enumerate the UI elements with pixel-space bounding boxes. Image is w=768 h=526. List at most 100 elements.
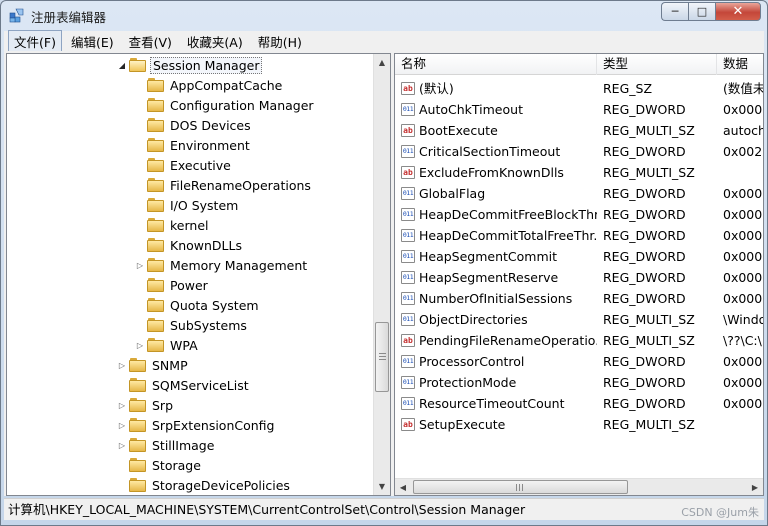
window-controls: ─ □ ✕ bbox=[661, 2, 761, 21]
value-row[interactable]: 011 CriticalSectionTimeout REG_DWORD 0x0027 bbox=[395, 141, 763, 162]
folder-icon bbox=[147, 158, 164, 172]
value-row[interactable]: 011 ProtectionMode REG_DWORD 0x0000 bbox=[395, 372, 763, 393]
value-data bbox=[723, 162, 763, 183]
tree-item[interactable]: Storage bbox=[117, 455, 203, 475]
binary-value-icon: 011 bbox=[401, 397, 415, 410]
value-type: REG_MULTI_SZ bbox=[603, 417, 695, 432]
value-name: SetupExecute bbox=[419, 417, 506, 432]
value-type: REG_MULTI_SZ bbox=[603, 165, 695, 180]
value-row[interactable]: ab BootExecute REG_MULTI_SZ autoch bbox=[395, 120, 763, 141]
value-row[interactable]: ab (默认) REG_SZ (数值未 bbox=[395, 78, 763, 99]
tree-item[interactable]: ▷ SrpExtensionConfig bbox=[117, 415, 276, 435]
grip-line bbox=[516, 484, 517, 491]
string-value-icon: ab bbox=[401, 82, 415, 95]
value-row[interactable]: 011 ResourceTimeoutCount REG_DWORD 0x0009 bbox=[395, 393, 763, 414]
expand-arrow-icon[interactable]: ▷ bbox=[117, 441, 127, 450]
scroll-up-arrow-icon[interactable]: ▲ bbox=[374, 54, 390, 71]
value-row[interactable]: 011 HeapDeCommitTotalFreeThr... REG_DWORD 0… bbox=[395, 225, 763, 246]
tree-item-label: KnownDLLs bbox=[170, 237, 242, 253]
column-name[interactable]: 名称 bbox=[395, 54, 597, 75]
tree-item[interactable]: Configuration Manager bbox=[135, 95, 316, 115]
tree-item[interactable]: Environment bbox=[135, 135, 252, 155]
scroll-right-arrow-icon[interactable]: ▶ bbox=[747, 479, 763, 495]
tree-item[interactable]: ▷ SNMP bbox=[117, 355, 190, 375]
value-row[interactable]: 011 HeapSegmentCommit REG_DWORD 0x0000 bbox=[395, 246, 763, 267]
value-name-cell: 011 ProtectionMode bbox=[401, 372, 597, 393]
value-row[interactable]: 011 AutoChkTimeout REG_DWORD 0x0000 bbox=[395, 99, 763, 120]
list-scroll-thumb[interactable] bbox=[413, 480, 628, 494]
expand-arrow-icon[interactable]: ▷ bbox=[117, 401, 127, 410]
value-type: REG_DWORD bbox=[603, 270, 686, 285]
tree-item[interactable]: ▷ Memory Management bbox=[135, 255, 309, 275]
tree-item[interactable]: AppCompatCache bbox=[135, 75, 284, 95]
grip-line bbox=[379, 353, 386, 354]
list-horizontal-scrollbar[interactable]: ◀ ▶ bbox=[395, 478, 763, 495]
menu-help[interactable]: 帮助(H) bbox=[252, 30, 308, 53]
folder-icon bbox=[129, 438, 146, 452]
value-name-cell: 011 HeapSegmentCommit bbox=[401, 246, 597, 267]
tree-item[interactable]: DOS Devices bbox=[135, 115, 253, 135]
value-row[interactable]: 011 NumberOfInitialSessions REG_DWORD 0x000… bbox=[395, 288, 763, 309]
menu-favorites[interactable]: 收藏夹(A) bbox=[181, 30, 249, 53]
value-row[interactable]: ab PendingFileRenameOperatio... REG_MULTI_… bbox=[395, 330, 763, 351]
tree-item[interactable]: Power bbox=[135, 275, 210, 295]
value-row[interactable]: 011 GlobalFlag REG_DWORD 0x0000 bbox=[395, 183, 763, 204]
tree-item[interactable]: SubSystems bbox=[135, 315, 249, 335]
expand-arrow-icon[interactable]: ▷ bbox=[117, 361, 127, 370]
registry-tree[interactable]: ◢ Session Manager AppCompatCache Configurat… bbox=[6, 53, 391, 496]
maximize-button[interactable]: □ bbox=[688, 2, 715, 21]
binary-value-icon: 011 bbox=[401, 292, 415, 305]
folder-icon bbox=[147, 98, 164, 112]
value-name: PendingFileRenameOperatio... bbox=[419, 333, 597, 348]
value-data: 0x0000 bbox=[723, 291, 763, 306]
tree-item[interactable]: StorageDevicePolicies bbox=[117, 475, 292, 495]
binary-value-icon: 011 bbox=[401, 103, 415, 116]
value-name-cell: 011 ResourceTimeoutCount bbox=[401, 393, 597, 414]
scroll-left-arrow-icon[interactable]: ◀ bbox=[395, 479, 411, 495]
title-bar[interactable]: 注册表编辑器 ─ □ ✕ bbox=[1, 1, 767, 31]
expand-arrow-icon[interactable]: ▷ bbox=[117, 421, 127, 430]
value-row[interactable]: ab ExcludeFromKnownDlls REG_MULTI_SZ bbox=[395, 162, 763, 183]
binary-value-icon: 011 bbox=[401, 145, 415, 158]
tree-item-label: Quota System bbox=[170, 297, 259, 313]
tree-item[interactable]: kernel bbox=[135, 215, 211, 235]
close-button[interactable]: ✕ bbox=[715, 2, 761, 21]
tree-item[interactable]: ◢ Session Manager bbox=[117, 55, 263, 75]
value-type: REG_DWORD bbox=[603, 228, 686, 243]
tree-item[interactable]: I/O System bbox=[135, 195, 240, 215]
column-type[interactable]: 类型 bbox=[597, 54, 717, 75]
tree-item[interactable]: ▷ StillImage bbox=[117, 435, 216, 455]
menu-file[interactable]: 文件(F) bbox=[8, 29, 62, 53]
values-list[interactable]: 名称 类型 数据 ab (默认) REG_SZ (数值未 011 AutoChkTimeo… bbox=[394, 53, 764, 496]
value-data: \??\C:\ bbox=[723, 333, 762, 348]
tree-item[interactable]: Executive bbox=[135, 155, 233, 175]
tree-vertical-scrollbar[interactable]: ▲ ▼ bbox=[373, 54, 390, 495]
tree-item[interactable]: FileRenameOperations bbox=[135, 175, 313, 195]
value-row[interactable]: ab SetupExecute REG_MULTI_SZ bbox=[395, 414, 763, 435]
value-row[interactable]: 011 HeapDeCommitFreeBlockThr... REG_DWORD 0… bbox=[395, 204, 763, 225]
expand-arrow-icon[interactable]: ▷ bbox=[135, 261, 145, 270]
tree-item[interactable]: SQMServiceList bbox=[117, 375, 251, 395]
value-name-cell: ab ExcludeFromKnownDlls bbox=[401, 162, 597, 183]
tree-item[interactable]: ▷ Srp bbox=[117, 395, 175, 415]
tree-scroll-thumb[interactable] bbox=[375, 322, 389, 392]
value-row[interactable]: 011 HeapSegmentReserve REG_DWORD 0x0000 bbox=[395, 267, 763, 288]
scroll-down-arrow-icon[interactable]: ▼ bbox=[374, 478, 390, 495]
tree-item[interactable]: ▷ WPA bbox=[135, 335, 200, 355]
value-type: REG_DWORD bbox=[603, 291, 686, 306]
menu-view[interactable]: 查看(V) bbox=[123, 30, 178, 53]
tree-item[interactable]: KnownDLLs bbox=[135, 235, 244, 255]
value-row[interactable]: 011 ObjectDirectories REG_MULTI_SZ \Windo bbox=[395, 309, 763, 330]
menu-edit[interactable]: 编辑(E) bbox=[65, 30, 120, 53]
value-name-cell: 011 NumberOfInitialSessions bbox=[401, 288, 597, 309]
value-type: REG_DWORD bbox=[603, 144, 686, 159]
column-data[interactable]: 数据 bbox=[717, 54, 763, 75]
value-row[interactable]: 011 ProcessorControl REG_DWORD 0x0000 bbox=[395, 351, 763, 372]
value-type: REG_MULTI_SZ bbox=[603, 312, 695, 327]
collapse-arrow-icon[interactable]: ◢ bbox=[117, 61, 127, 70]
tree-item[interactable]: Quota System bbox=[135, 295, 261, 315]
folder-icon bbox=[147, 118, 164, 132]
expand-arrow-icon[interactable]: ▷ bbox=[135, 341, 145, 350]
watermark: CSDN @Jum朱 bbox=[681, 506, 759, 519]
minimize-button[interactable]: ─ bbox=[661, 2, 688, 21]
